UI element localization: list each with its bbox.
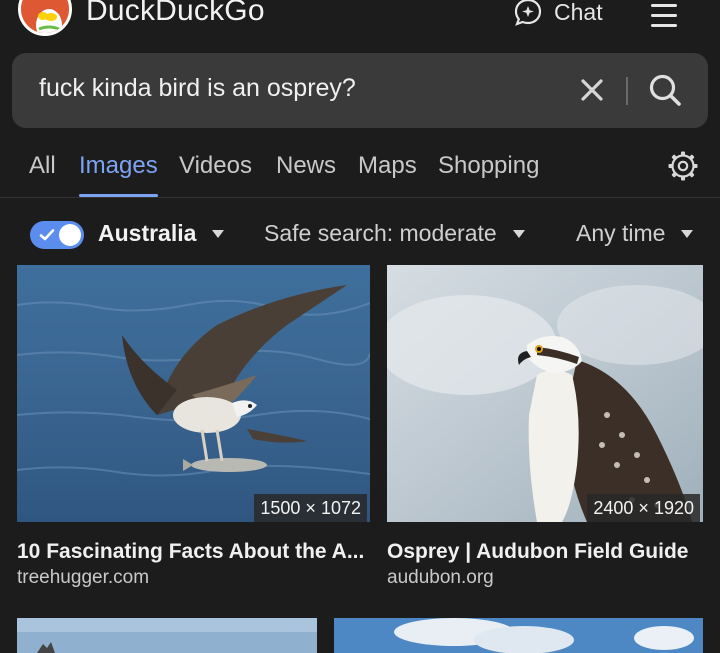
safe-search-label: Safe search: moderate <box>264 220 497 246</box>
toggle-knob <box>59 224 81 246</box>
result-source[interactable]: treehugger.com <box>17 567 149 589</box>
active-tab-indicator <box>79 194 158 197</box>
image-dimensions-label: 2400 × 1920 <box>587 494 700 522</box>
osprey-perched-image[interactable]: 2400 × 1920 <box>387 265 703 522</box>
safe-search-dropdown[interactable]: Safe search: moderate <box>264 220 525 247</box>
image-result-card[interactable]: 1500 × 1072 10 Fascinating Facts About t… <box>17 265 370 595</box>
region-dropdown[interactable]: Australia <box>98 220 225 247</box>
menu-icon[interactable] <box>651 4 679 27</box>
gear-icon[interactable] <box>668 151 698 181</box>
filter-bar: Australia Safe search: moderate Any time <box>0 212 720 256</box>
chevron-down-icon <box>512 229 525 238</box>
tab-news[interactable]: News <box>276 152 336 180</box>
time-label: Any time <box>576 220 666 246</box>
osprey-flying-image[interactable]: 1500 × 1072 <box>17 265 370 522</box>
chat-button[interactable]: Chat <box>514 0 603 28</box>
chat-label: Chat <box>554 0 603 25</box>
image-result-thumbnail[interactable] <box>334 618 703 653</box>
result-title[interactable]: 10 Fascinating Facts About the A... <box>17 540 370 564</box>
chat-icon <box>514 0 542 26</box>
duckduckgo-logo-icon[interactable] <box>18 0 72 36</box>
region-label: Australia <box>98 220 197 246</box>
result-title[interactable]: Osprey | Audubon Field Guide <box>387 540 703 564</box>
chevron-down-icon <box>681 229 694 238</box>
chevron-down-icon <box>212 229 225 238</box>
search-icon[interactable] <box>648 73 682 107</box>
search-divider <box>626 77 628 105</box>
tab-images[interactable]: Images <box>79 152 158 180</box>
tab-videos[interactable]: Videos <box>179 152 252 180</box>
top-bar: DuckDuckGo Chat <box>0 0 720 42</box>
tab-shopping[interactable]: Shopping <box>438 152 539 180</box>
time-dropdown[interactable]: Any time <box>576 220 694 247</box>
image-dimensions-label: 1500 × 1072 <box>254 494 367 522</box>
check-icon <box>39 229 55 241</box>
search-tabs: All Images Videos News Maps Shopping <box>0 140 720 198</box>
tab-maps[interactable]: Maps <box>358 152 417 180</box>
tab-all[interactable]: All <box>29 152 56 180</box>
search-box[interactable]: fuck kinda bird is an osprey? <box>12 53 708 128</box>
region-toggle[interactable] <box>30 221 84 249</box>
result-source[interactable]: audubon.org <box>387 567 494 589</box>
close-icon[interactable] <box>579 77 605 103</box>
image-result-card[interactable]: 2400 × 1920 Osprey | Audubon Field Guide… <box>387 265 703 595</box>
search-input[interactable]: fuck kinda bird is an osprey? <box>39 74 356 103</box>
image-result-thumbnail[interactable] <box>17 618 317 653</box>
brand-name[interactable]: DuckDuckGo <box>86 0 265 28</box>
